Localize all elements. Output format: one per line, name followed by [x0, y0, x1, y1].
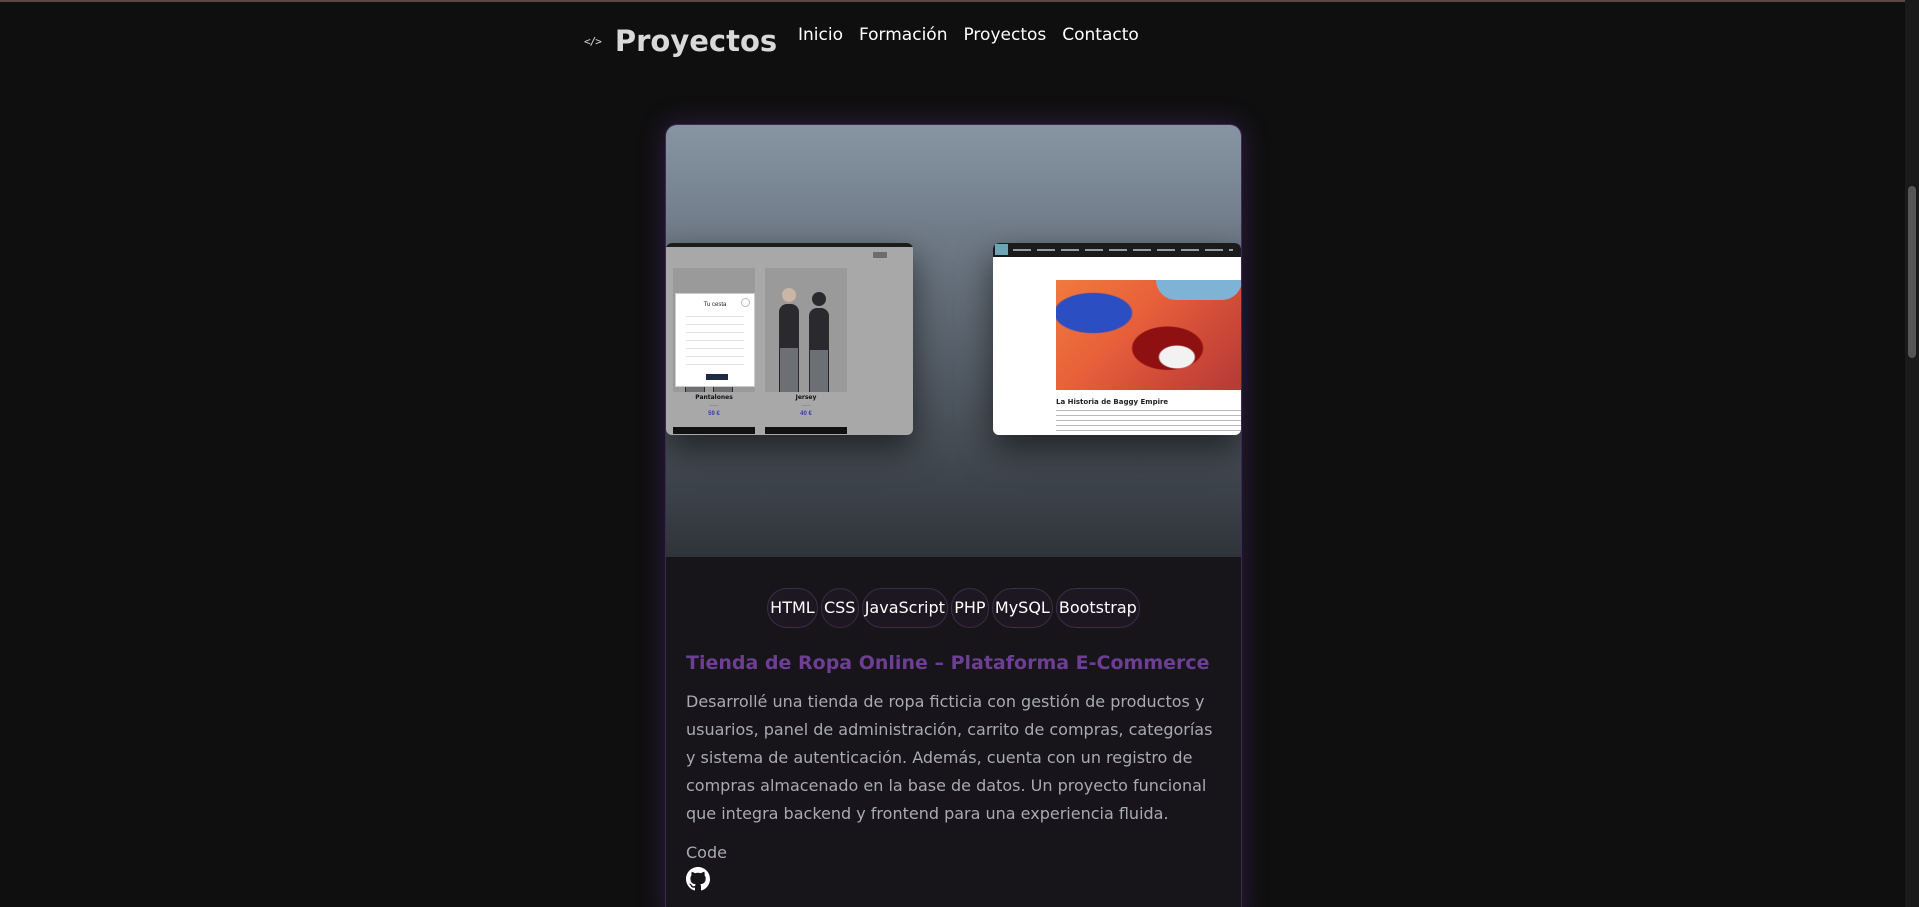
tag-bootstrap: Bootstrap: [1055, 588, 1140, 628]
nav-link-proyectos[interactable]: Proyectos: [963, 25, 1046, 45]
scrollbar[interactable]: [1905, 0, 1919, 907]
preview-screenshot-shop[interactable]: Tu cesta Pantalones ——— 59 € Jersey ——— …: [666, 243, 913, 435]
mock-navbar: [993, 243, 1241, 257]
main-nav: Inicio Formación Proyectos Contacto: [798, 25, 1139, 45]
brand[interactable]: </> Proyectos: [584, 24, 777, 58]
mock-cart-modal: Tu cesta: [675, 293, 755, 387]
tag-php: PHP: [950, 588, 989, 628]
project-card: Tu cesta Pantalones ——— 59 € Jersey ——— …: [665, 124, 1242, 907]
project-carousel[interactable]: Tu cesta Pantalones ——— 59 € Jersey ——— …: [666, 125, 1241, 557]
preview-screenshot-history[interactable]: La Historia de Baggy Empire: [993, 243, 1241, 435]
mock-product-image: [765, 268, 847, 392]
project-title: Tienda de Ropa Online – Plataforma E-Com…: [686, 652, 1210, 674]
tag-javascript: JavaScript: [861, 588, 948, 628]
project-description: Desarrollé una tienda de ropa ficticia c…: [686, 692, 1213, 823]
mock-article-text: [1056, 410, 1241, 432]
scrollbar-thumb[interactable]: [1908, 186, 1916, 358]
nav-link-contacto[interactable]: Contacto: [1062, 25, 1139, 45]
mock-product-price: 40 €: [800, 411, 812, 417]
mock-product-name: Jersey: [795, 394, 817, 401]
nav-link-inicio[interactable]: Inicio: [798, 25, 843, 45]
page-title: Proyectos: [614, 24, 778, 58]
mock-modal-title: Tu cesta: [703, 302, 727, 308]
code-icon: </>: [584, 34, 602, 48]
github-icon[interactable]: [686, 867, 710, 891]
tag-css: CSS: [820, 588, 859, 628]
mock-product-name: Pantalones: [695, 394, 733, 401]
tech-tags: HTML CSS JavaScript PHP MySQL Bootstrap: [666, 588, 1241, 628]
tag-mysql: MySQL: [991, 588, 1053, 628]
mock-article-heading: La Historia de Baggy Empire: [1056, 398, 1169, 406]
mock-product-price: 59 €: [708, 411, 720, 417]
mock-topbar: [666, 243, 913, 247]
mock-logo: [995, 244, 1008, 255]
window-top-edge: [0, 0, 1919, 2]
tag-html: HTML: [767, 588, 818, 628]
nav-link-formacion[interactable]: Formación: [859, 25, 948, 45]
mock-add-button: [673, 427, 755, 434]
code-label: Code: [686, 843, 727, 862]
mock-add-button: [765, 427, 847, 434]
mock-cart-button: [873, 252, 887, 258]
mock-checkout-button: [706, 374, 728, 380]
mock-hero-photo: [1056, 280, 1241, 390]
page: </> Proyectos Inicio Formación Proyectos…: [0, 0, 1919, 907]
